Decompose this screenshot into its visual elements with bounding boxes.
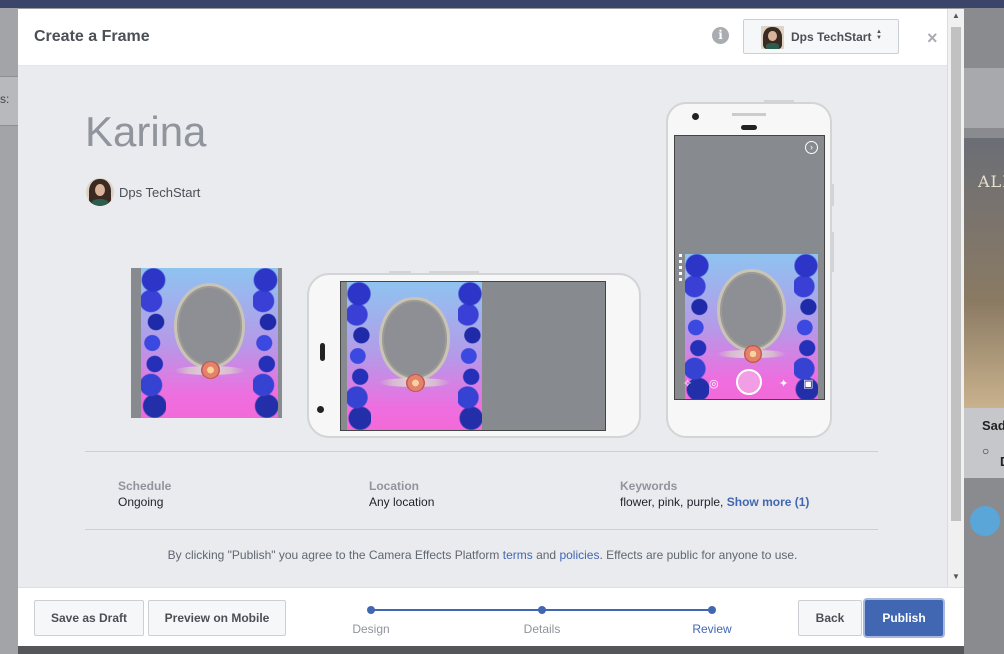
terms-notice: By clicking "Publish" you agree to the C… <box>167 548 798 562</box>
keywords-list: flower, pink, purple, <box>620 495 724 509</box>
page-avatar <box>761 26 784 49</box>
scroll-up-icon[interactable]: ▲ <box>952 11 960 20</box>
schedule-label: Schedule <box>118 479 172 493</box>
heart-icon <box>970 506 1000 536</box>
location-label: Location <box>369 479 419 493</box>
sparkle-icon: ✦ <box>779 378 789 390</box>
next-arrow-icon: › <box>805 141 818 154</box>
page-selector-label: Dps TechStart <box>791 30 872 44</box>
modal-footer: Save as Draft Preview on Mobile Design D… <box>18 587 964 646</box>
phone-speaker <box>320 343 325 361</box>
keywords-section: Keywords flower, pink, purple, Show more… <box>620 479 809 509</box>
portrait-screen: › ✧ ◎ ✦ ▣ <box>674 135 825 400</box>
background-left-panel: s: <box>0 8 18 654</box>
keywords-label: Keywords <box>620 479 678 493</box>
landscape-phone-preview <box>307 271 641 438</box>
sort-caret-icon: ▲ ▼ <box>876 29 882 41</box>
publish-button[interactable]: Publish <box>865 600 943 636</box>
review-content: Karina Dps TechStart › ✧ ◎ ✦ ▣ Schedule … <box>18 66 947 587</box>
step-label-design[interactable]: Design <box>331 622 411 636</box>
step-dot-review <box>708 606 716 614</box>
background-thumbnail: ALDS <box>964 138 1004 408</box>
background-toolbar <box>964 68 1004 128</box>
background-label: s: <box>0 92 10 106</box>
modal-header: Create a Frame i Dps TechStart ▲ ▼ × <box>18 9 964 66</box>
background-thumbnail-text: ALDS <box>978 172 1004 191</box>
frame-artwork <box>347 282 482 430</box>
phone-speaker <box>741 125 757 130</box>
step-dot-details <box>538 606 546 614</box>
gallery-icon: ▣ <box>803 378 814 390</box>
divider <box>85 451 878 452</box>
policies-link[interactable]: policies <box>559 548 599 562</box>
page-dots-indicator <box>679 254 682 284</box>
background-card: Sad ○ D <box>964 408 1004 478</box>
background-card-sub: ○ D <box>982 444 1004 469</box>
background-right-panel: ALDS Sad ○ D <box>964 8 1004 654</box>
phone-camera <box>692 113 699 120</box>
owner-name: Dps TechStart <box>119 185 201 200</box>
keywords-value: flower, pink, purple, Show more (1) <box>620 495 809 509</box>
portrait-phone-preview: › ✧ ◎ ✦ ▣ <box>666 100 834 438</box>
back-button[interactable]: Back <box>798 600 862 636</box>
camera-controls: ✧ ◎ ✦ ▣ <box>675 364 824 399</box>
step-label-details[interactable]: Details <box>502 622 582 636</box>
background-topbar <box>0 0 1004 8</box>
effect-name: Karina <box>85 108 207 155</box>
frame-artwork <box>141 268 278 418</box>
create-frame-modal: Create a Frame i Dps TechStart ▲ ▼ × Kari… <box>18 9 964 646</box>
close-icon[interactable]: × <box>927 28 938 49</box>
save-draft-button[interactable]: Save as Draft <box>34 600 144 636</box>
shutter-button-icon <box>736 369 762 395</box>
scrollbar-thumb[interactable] <box>951 27 961 521</box>
magic-wand-icon: ✧ <box>683 378 693 390</box>
owner-avatar <box>86 178 114 206</box>
location-value: Any location <box>369 495 435 509</box>
scroll-down-icon[interactable]: ▼ <box>952 572 960 581</box>
show-more-link[interactable]: Show more (1) <box>727 495 810 509</box>
background-bottom <box>18 646 964 654</box>
square-preview <box>131 268 282 418</box>
location-section: Location Any location <box>369 479 434 509</box>
schedule-value: Ongoing <box>118 495 164 509</box>
page-selector[interactable]: Dps TechStart ▲ ▼ <box>743 19 899 54</box>
landscape-screen <box>340 281 606 431</box>
phone-camera <box>317 406 324 413</box>
modal-title: Create a Frame <box>34 28 150 45</box>
camera-icon: ◎ <box>709 378 719 390</box>
schedule-section: Schedule Ongoing <box>118 479 171 509</box>
background-card-title: Sad <box>982 418 1004 433</box>
step-dot-design <box>367 606 375 614</box>
preview-mobile-button[interactable]: Preview on Mobile <box>148 600 286 636</box>
info-icon[interactable]: i <box>712 27 729 44</box>
terms-link[interactable]: terms <box>503 548 533 562</box>
divider <box>85 529 878 530</box>
scrollbar[interactable]: ▲ ▼ <box>947 9 964 587</box>
step-label-review[interactable]: Review <box>672 622 752 636</box>
